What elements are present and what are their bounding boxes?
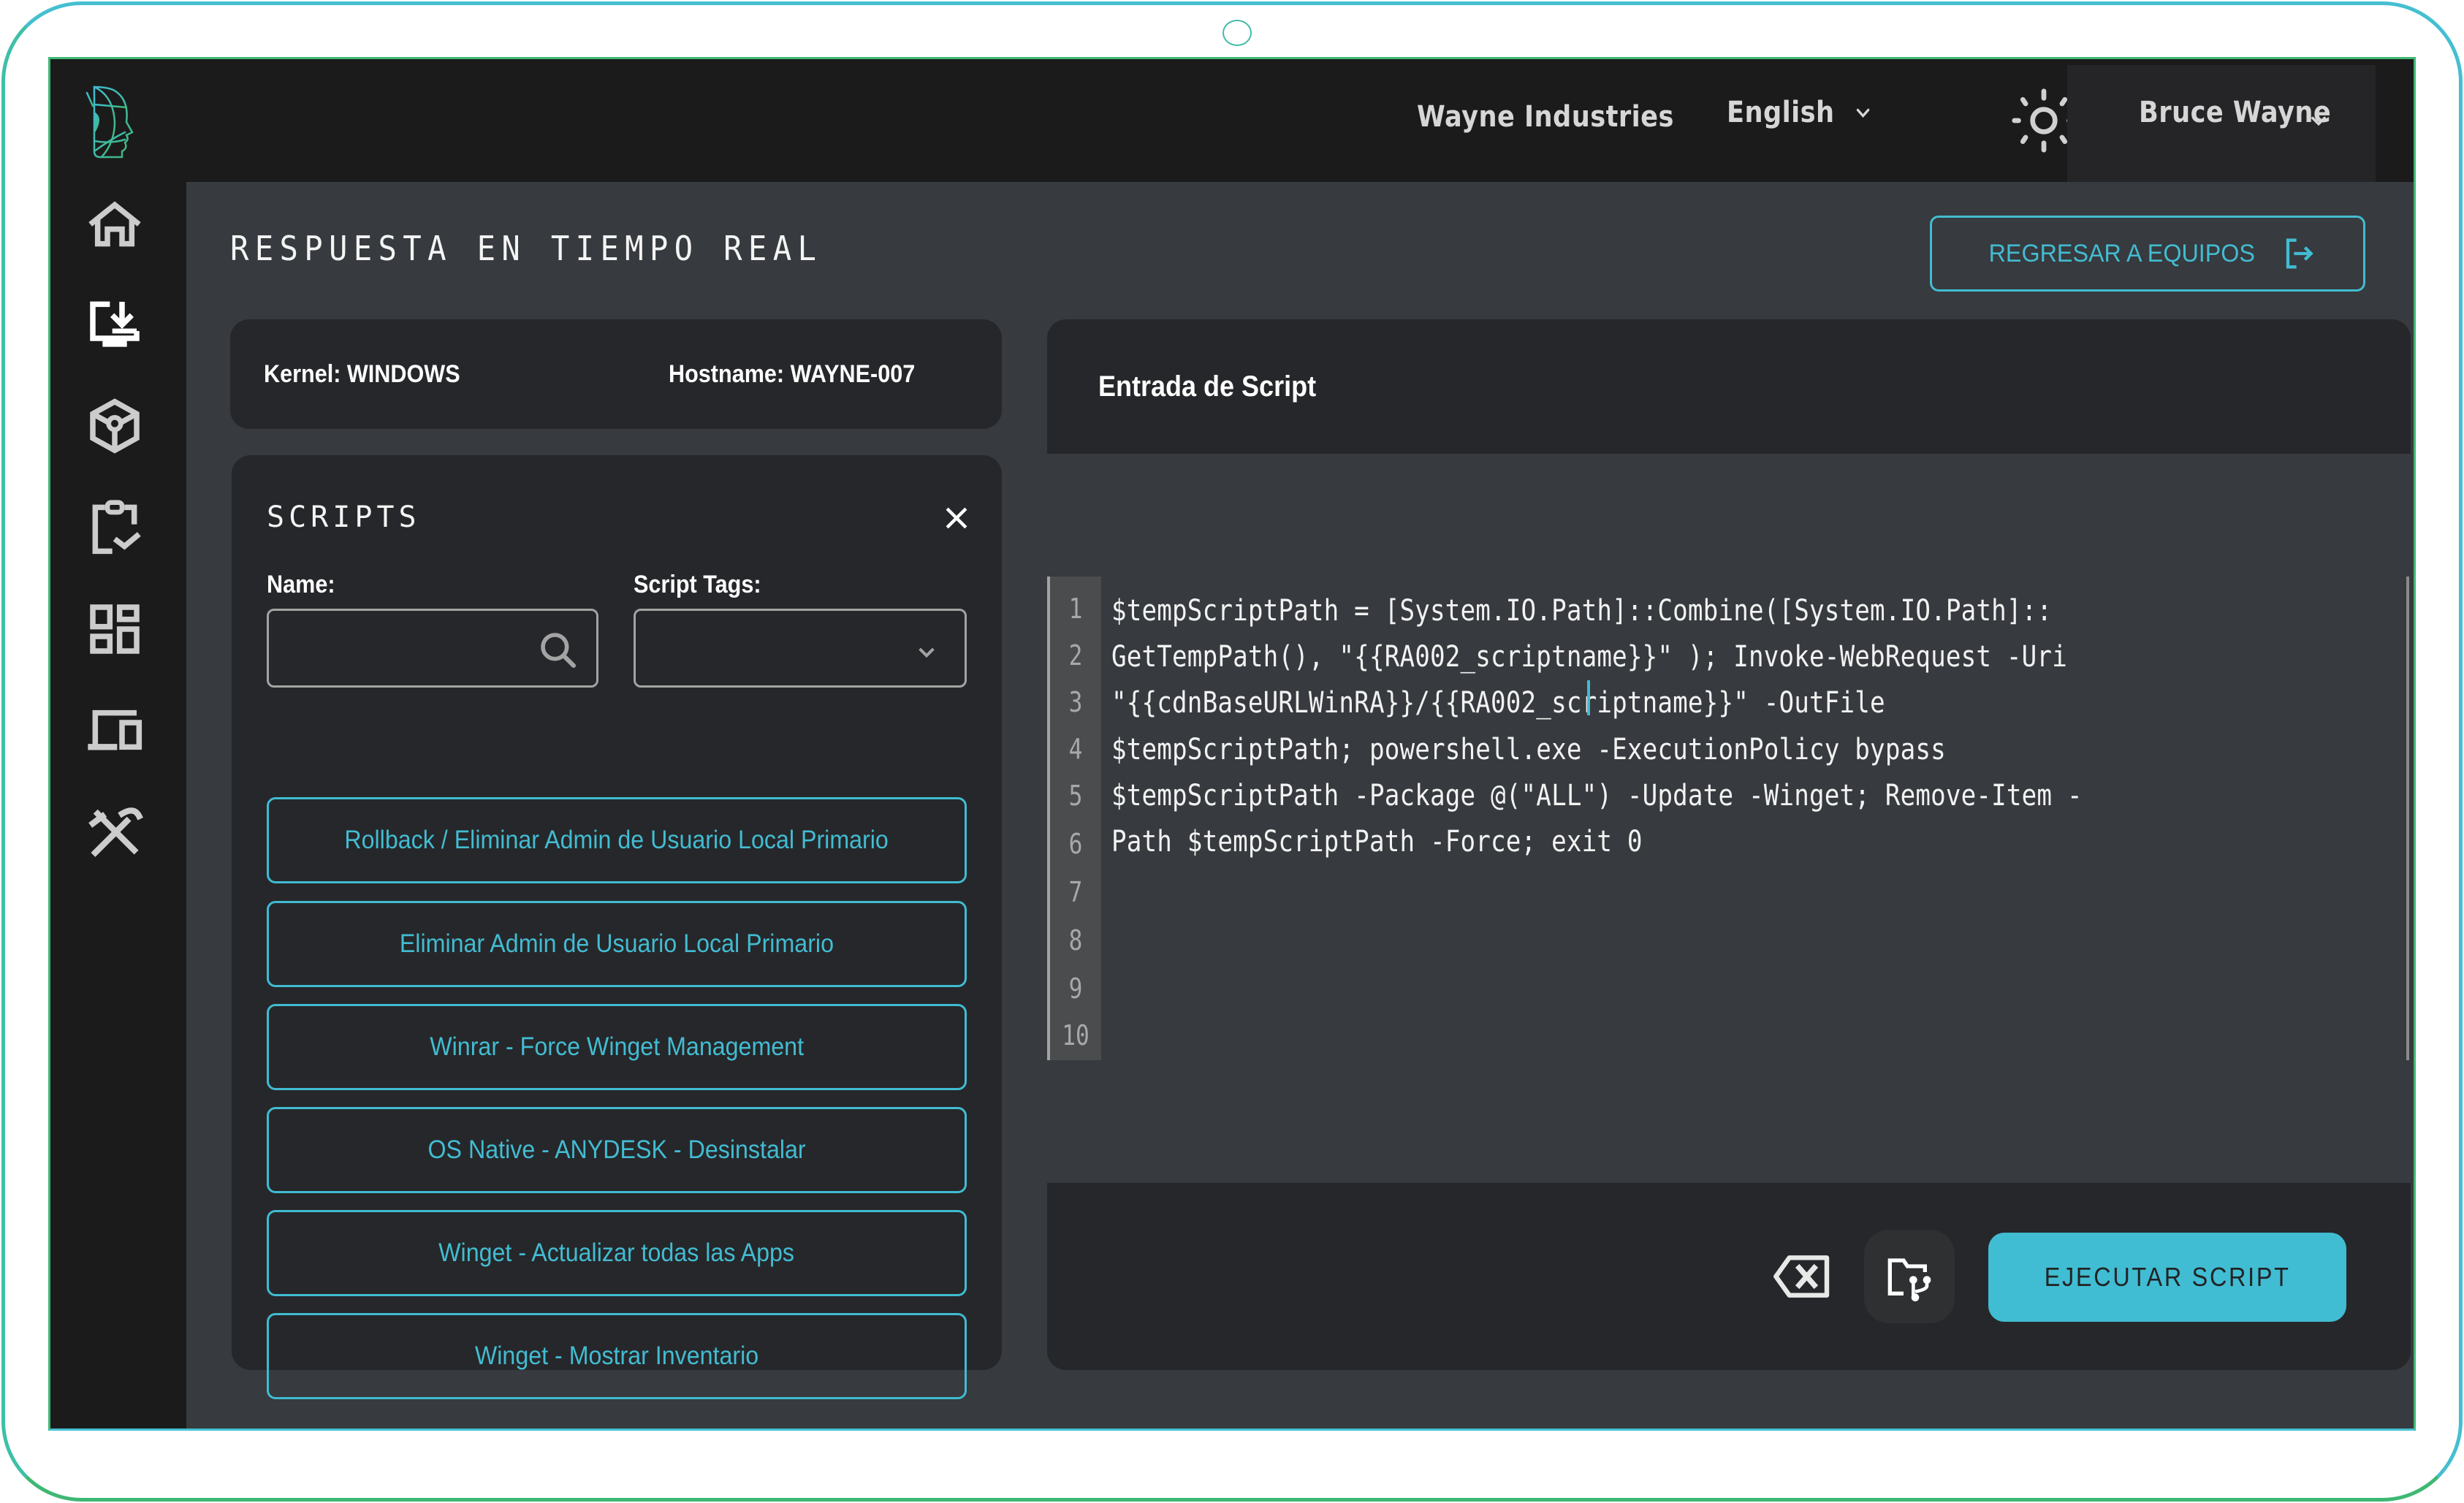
text-cursor [1587, 680, 1590, 715]
page-title: RESPUESTA EN TIEMPO REAL [230, 229, 823, 268]
user-name: Bruce Wayne [2139, 96, 2332, 129]
sidebar-item-deploy[interactable] [83, 292, 147, 356]
sidebar-item-devices[interactable] [83, 698, 147, 762]
backspace-clear-icon[interactable] [1771, 1244, 1835, 1309]
script-item-label: Rollback / Eliminar Admin de Usuario Loc… [344, 826, 889, 854]
run-script-button[interactable]: EJECUTAR SCRIPT [1988, 1233, 2346, 1322]
search-icon[interactable] [538, 630, 579, 671]
sidebar-item-tasks[interactable] [83, 495, 147, 559]
line-number: 5 [1068, 780, 1083, 812]
close-icon[interactable] [940, 502, 973, 534]
editor-right-border [2406, 577, 2409, 1060]
sidebar [50, 59, 186, 1428]
script-tags-select[interactable] [634, 609, 967, 688]
script-actions-bar: EJECUTAR SCRIPT [1047, 1183, 2411, 1370]
name-search-field [267, 609, 598, 688]
line-number: 7 [1068, 876, 1083, 908]
script-item[interactable]: Winrar - Force Winget Management [267, 1004, 967, 1090]
sidebar-item-packages[interactable] [83, 394, 147, 458]
script-entry-header: Entrada de Script [1047, 319, 2411, 454]
back-to-devices-button[interactable]: REGRESAR A EQUIPOS [1930, 216, 2365, 292]
code-line: $tempScriptPath; powershell.exe -Executi… [1111, 733, 1946, 766]
chevron-down-icon [919, 647, 935, 658]
script-item-label: Winrar - Force Winget Management [430, 1032, 804, 1061]
exit-icon [2286, 238, 2313, 269]
script-item[interactable]: Rollback / Eliminar Admin de Usuario Loc… [267, 797, 967, 883]
sidebar-item-home[interactable] [83, 192, 147, 256]
device-info-card: Kernel: WINDOWS Hostname: WAYNE-007 [230, 319, 1002, 429]
code-line: Path $tempScriptPath -Force; exit 0 [1111, 825, 1643, 859]
dashboard-grid-icon [90, 604, 140, 654]
script-item[interactable]: Eliminar Admin de Usuario Local Primario [267, 901, 967, 987]
company-name: Wayne Industries [1417, 100, 1674, 134]
line-number: 1 [1068, 593, 1083, 625]
code-line: $tempScriptPath = [System.IO.Path]::Comb… [1111, 594, 2053, 628]
line-number: 6 [1068, 828, 1083, 860]
app-screen: Wayne Industries English Bruce Wayne RES… [48, 57, 2416, 1431]
run-script-label: EJECUTAR SCRIPT [2044, 1262, 2291, 1292]
kernel-label: Kernel: WINDOWS [264, 360, 460, 388]
chevron-down-icon [2311, 116, 2326, 126]
scripts-title: SCRIPTS [267, 501, 421, 534]
script-item-label: Winget - Mostrar Inventario [474, 1342, 759, 1370]
language-selector[interactable]: English [1727, 96, 1872, 129]
script-item[interactable]: Winget - Mostrar Inventario [267, 1313, 967, 1399]
camera-dot [1223, 20, 1252, 46]
code-line: "{{cdnBaseURLWinRA}}/{{RA002_scriptname}… [1111, 686, 1885, 720]
scripts-panel: SCRIPTS Name: Script Tags: Rollback / El… [232, 455, 1002, 1399]
name-label: Name: [267, 571, 335, 598]
script-repository-button[interactable] [1864, 1230, 1955, 1323]
folder-branch-icon [1887, 1258, 1931, 1301]
line-number: 3 [1068, 686, 1083, 718]
monitor-download-icon [90, 301, 140, 347]
face-wireframe-logo [85, 85, 134, 159]
script-item-label: Eliminar Admin de Usuario Local Primario [399, 929, 834, 958]
chevron-down-icon [1856, 108, 1869, 118]
line-number: 2 [1068, 639, 1083, 671]
sidebar-item-dashboard[interactable] [83, 597, 147, 661]
code-editor[interactable]: 1 2 3 4 5 6 7 8 9 10 $tempScriptPath = [… [1047, 577, 2411, 1060]
clipboard-check-icon [92, 500, 141, 555]
code-line: GetTempPath(), "{{RA002_scriptname}}" );… [1111, 640, 2067, 674]
line-number: 10 [1062, 1019, 1090, 1051]
back-button-label: REGRESAR A EQUIPOS [1988, 239, 2256, 267]
script-item[interactable]: Winget - Actualizar todas las Apps [267, 1210, 967, 1296]
language-label: English [1727, 96, 1835, 129]
home-icon [88, 201, 141, 247]
code-line: $tempScriptPath -Package @("ALL") -Updat… [1111, 779, 2083, 813]
script-entry-title: Entrada de Script [1098, 370, 1317, 403]
user-menu[interactable]: Bruce Wayne [2067, 65, 2376, 182]
hostname-label: Hostname: WAYNE-007 [669, 360, 916, 388]
line-number: 8 [1068, 924, 1083, 956]
cube-icon [90, 398, 140, 454]
tools-icon [88, 807, 143, 857]
script-tags-label: Script Tags: [634, 571, 761, 598]
top-bar: Wayne Industries English Bruce Wayne [50, 59, 2414, 182]
script-item-label: Winget - Actualizar todas las Apps [438, 1238, 795, 1267]
line-number: 4 [1068, 733, 1083, 765]
line-number: 9 [1068, 973, 1083, 1005]
script-item[interactable]: OS Native - ANYDESK - Desinstalar [267, 1107, 967, 1193]
script-item-label: OS Native - ANYDESK - Desinstalar [427, 1135, 806, 1164]
sidebar-item-tools[interactable] [83, 799, 147, 863]
devices-icon [88, 709, 142, 750]
